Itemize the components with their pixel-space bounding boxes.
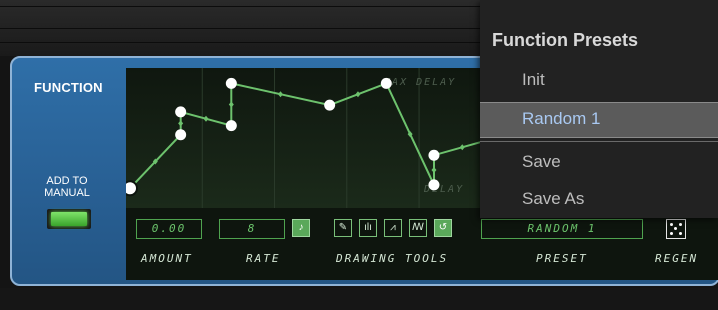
add-to-manual-button[interactable] <box>47 209 91 229</box>
amount-label: AMOUNT <box>141 252 193 265</box>
add-to-manual-label: ADD TO MANUAL <box>44 175 90 199</box>
breakpoint[interactable] <box>324 99 336 111</box>
rate-label: RATE <box>246 252 281 265</box>
rate-field[interactable]: 8 <box>219 219 285 239</box>
led-indicator <box>51 212 87 226</box>
panel-title: FUNCTION <box>34 80 103 95</box>
preset-field[interactable]: RANDOM 1 <box>481 219 643 239</box>
ramp-tool[interactable]: ꟿ <box>409 219 427 237</box>
breakpoint[interactable] <box>380 77 392 89</box>
amount-field[interactable]: 0.00 <box>136 219 202 239</box>
steps-tool[interactable]: ılı <box>359 219 377 237</box>
curve-tool[interactable]: ↺ <box>434 219 452 237</box>
dice-icon[interactable] <box>666 219 686 239</box>
menu-item-save-as[interactable]: Save As <box>480 183 718 217</box>
menu-item-save[interactable]: Save <box>480 146 718 180</box>
max-delay-label: MAX DELAY <box>383 77 456 88</box>
breakpoint[interactable] <box>428 149 440 161</box>
menu-item-random-1[interactable]: Random 1 <box>480 102 718 138</box>
drawing-tools-label: DRAWING TOOLS <box>336 252 449 265</box>
bottom-bar <box>0 288 718 310</box>
breakpoint[interactable] <box>225 77 237 89</box>
breakpoint[interactable] <box>225 120 237 132</box>
breakpoint[interactable] <box>175 106 187 118</box>
pencil-tool[interactable]: ✎ <box>334 219 352 237</box>
breakpoint[interactable] <box>126 180 138 197</box>
regen-label: REGEN <box>655 252 699 265</box>
menu-title: Function Presets <box>492 30 639 50</box>
saw-tool[interactable]: ⩘ <box>384 219 402 237</box>
function-presets-menu: Function Presets Init Random 1 Save Save… <box>480 0 718 218</box>
menu-divider <box>480 141 718 142</box>
menu-item-init[interactable]: Init <box>480 64 718 98</box>
preset-label: PRESET <box>536 252 588 265</box>
breakpoint[interactable] <box>428 179 440 191</box>
metronome-sync-button[interactable]: ♪ <box>292 219 310 237</box>
breakpoint[interactable] <box>175 129 187 141</box>
